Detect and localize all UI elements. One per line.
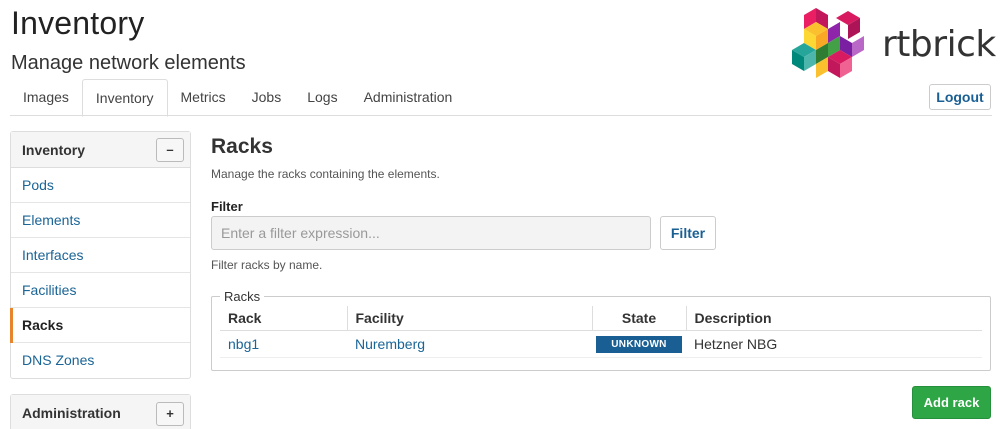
- rtbrick-logo-icon: [792, 8, 864, 78]
- inventory-panel: Inventory – Pods Elements Interfaces Fac…: [10, 131, 191, 379]
- tab-inventory[interactable]: Inventory: [81, 79, 168, 117]
- tab-metrics[interactable]: Metrics: [168, 79, 239, 116]
- inventory-panel-title: Inventory: [22, 142, 86, 158]
- facility-link[interactable]: Nuremberg: [355, 336, 425, 352]
- column-header-state[interactable]: State: [591, 306, 686, 331]
- tabs-divider: [10, 115, 992, 116]
- sidebar-item-dns-zones[interactable]: DNS Zones: [11, 343, 190, 378]
- logo-text: rtbrick: [882, 24, 996, 65]
- filter-button[interactable]: Filter: [660, 216, 716, 250]
- inventory-panel-header: Inventory –: [11, 132, 190, 168]
- filter-input[interactable]: [211, 216, 651, 250]
- racks-fieldset: Racks Rack Facility State Description nb…: [211, 289, 991, 371]
- filter-help-text: Filter racks by name.: [211, 258, 323, 272]
- tab-images[interactable]: Images: [10, 79, 82, 116]
- rtbrick-logo: rtbrick: [792, 6, 996, 82]
- filter-label: Filter: [211, 199, 243, 214]
- sidebar-item-interfaces[interactable]: Interfaces: [11, 238, 190, 273]
- sidebar-item-facilities[interactable]: Facilities: [11, 273, 190, 308]
- section-description: Manage the racks containing the elements…: [211, 167, 440, 181]
- add-rack-button[interactable]: Add rack: [912, 386, 991, 419]
- table-row: nbg1 Nuremberg UNKNOWN Hetzner NBG: [220, 330, 982, 358]
- administration-panel: Administration +: [10, 394, 191, 429]
- tab-administration[interactable]: Administration: [351, 79, 466, 116]
- logout-button[interactable]: Logout: [929, 84, 991, 110]
- administration-panel-title: Administration: [22, 405, 121, 421]
- main-tabs: Images Inventory Metrics Jobs Logs Admin…: [10, 79, 466, 117]
- page-subtitle: Manage network elements: [11, 52, 246, 74]
- table-header-row: Rack Facility State Description: [220, 306, 982, 331]
- tab-jobs[interactable]: Jobs: [239, 79, 295, 116]
- rack-description: Hetzner NBG: [686, 330, 982, 358]
- tab-logs[interactable]: Logs: [294, 79, 350, 116]
- sidebar-item-racks[interactable]: Racks: [10, 308, 190, 343]
- column-header-rack[interactable]: Rack: [220, 306, 347, 331]
- rack-link[interactable]: nbg1: [228, 336, 259, 352]
- collapse-button[interactable]: –: [156, 138, 184, 162]
- status-badge: UNKNOWN: [596, 336, 682, 353]
- sidebar-item-elements[interactable]: Elements: [11, 203, 190, 238]
- racks-legend: Racks: [220, 289, 265, 304]
- expand-button[interactable]: +: [156, 402, 184, 426]
- sidebar-item-pods[interactable]: Pods: [11, 168, 190, 203]
- racks-table: Rack Facility State Description nbg1 Nur…: [220, 306, 982, 358]
- section-title: Racks: [211, 135, 273, 158]
- column-header-facility[interactable]: Facility: [346, 306, 592, 331]
- column-header-description[interactable]: Description: [685, 306, 982, 331]
- administration-panel-header: Administration +: [11, 395, 190, 429]
- page-title: Inventory: [11, 5, 145, 41]
- page-header: Inventory Manage network elements rtbric: [0, 0, 1002, 117]
